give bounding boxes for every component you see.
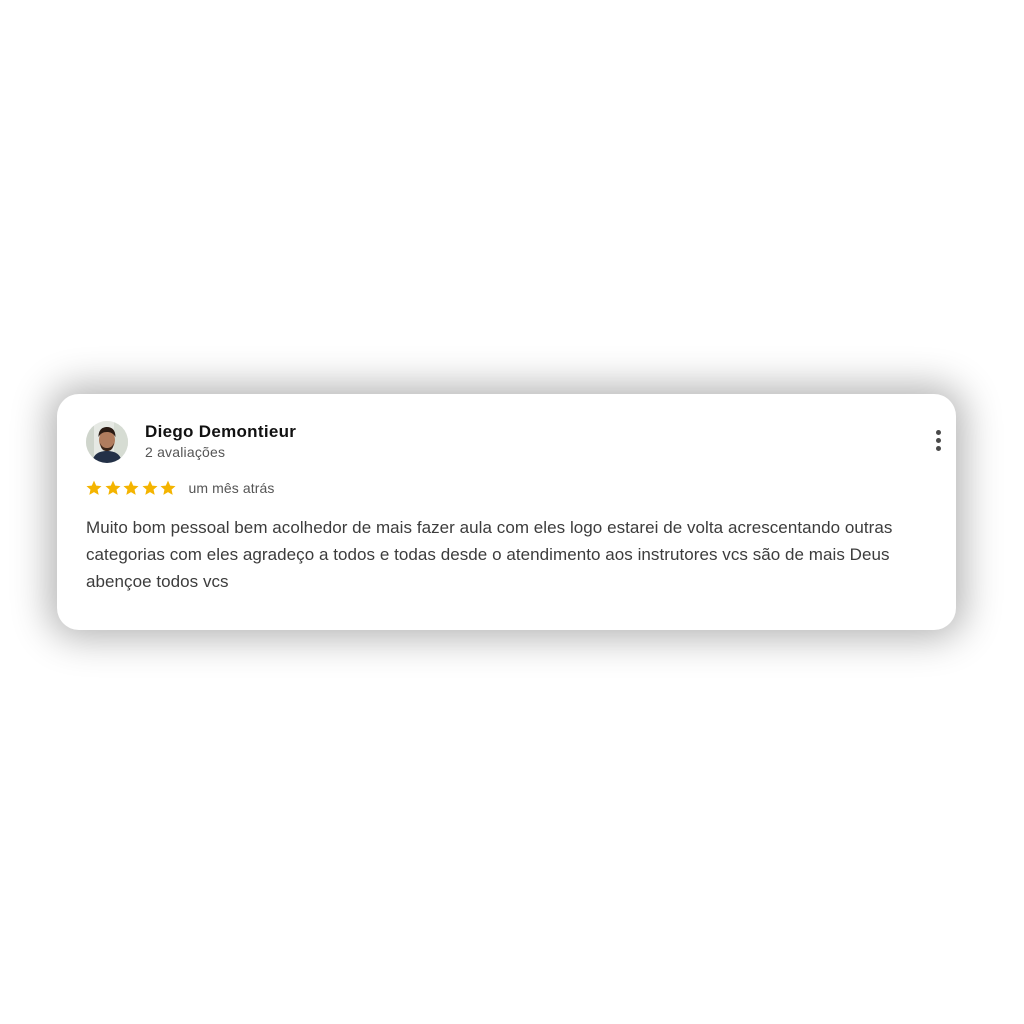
avatar-image (86, 421, 128, 463)
review-text: Muito bom pessoal bem acolhedor de mais … (86, 518, 893, 591)
avatar[interactable] (86, 421, 128, 463)
review-card: Diego Demontieur 2 avaliações um mês atr… (57, 394, 956, 630)
review-count[interactable]: 2 avaliações (145, 444, 225, 460)
star-icon (142, 480, 157, 495)
more-vert-icon (931, 430, 945, 451)
star-rating (85, 479, 178, 497)
star-icon (160, 480, 176, 495)
more-options-button[interactable] (931, 430, 945, 456)
reviewer-name[interactable]: Diego Demontieur (145, 422, 296, 442)
star-icon (105, 480, 120, 495)
rating-row: um mês atrás (85, 478, 275, 498)
star-icon (86, 480, 102, 495)
review-date: um mês atrás (188, 480, 275, 496)
page: Diego Demontieur 2 avaliações um mês atr… (0, 0, 1024, 1024)
star-icon (123, 480, 139, 495)
